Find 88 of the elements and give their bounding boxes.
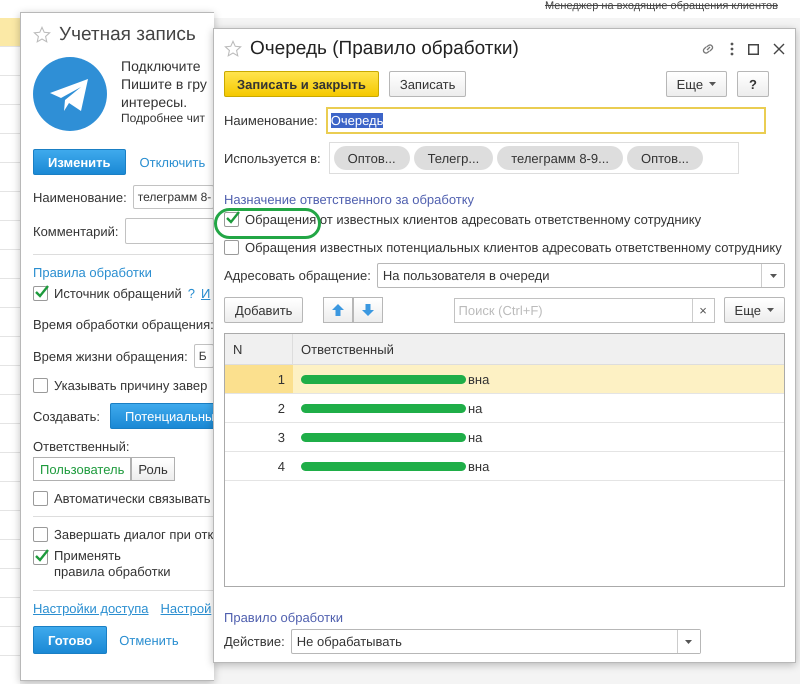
comment-field[interactable]	[124, 218, 214, 244]
checkbox[interactable]	[33, 527, 48, 542]
more-text: Подробнее чит	[121, 111, 206, 125]
table-cell-text: 2	[276, 400, 286, 418]
more-button[interactable]: Еще	[724, 297, 785, 323]
field-label: Используется в:	[224, 150, 321, 166]
checkbox[interactable]	[33, 491, 48, 506]
maximize-icon[interactable]	[748, 44, 759, 54]
usage-chip[interactable]: Телегр...	[414, 146, 494, 170]
dropdown-icon	[767, 308, 774, 312]
segment-button[interactable]: Пользователь	[33, 457, 132, 481]
table-cell-text: 3	[276, 428, 286, 446]
action-dropdown[interactable]: Не обрабатывать	[290, 629, 701, 654]
field-label: Наименование:	[33, 190, 127, 204]
table-row[interactable]: 4 вна	[225, 452, 784, 481]
checkbox-label: Применять правила обработки	[54, 548, 172, 580]
field-label: Наименование:	[224, 113, 318, 128]
more-button[interactable]: Еще	[666, 71, 728, 97]
selected-text: Очередь	[330, 113, 384, 128]
cancel-link[interactable]: Отменить	[119, 632, 179, 648]
checkbox-label: Завершать диалог при отк	[54, 527, 214, 542]
save-close-button[interactable]: Записать и закрыть	[224, 71, 379, 97]
search-field[interactable]: Поиск (Ctrl+F) ×	[454, 298, 715, 322]
section-heading: Правила обработки	[33, 265, 153, 280]
table-row[interactable]: 2 на	[225, 394, 784, 423]
settings-link[interactable]: Настройки доступа	[33, 601, 149, 616]
move-up-button[interactable]	[323, 297, 354, 323]
star-icon[interactable]	[33, 26, 51, 44]
table-cell: вна	[468, 458, 490, 474]
checkbox-label: Автоматически связывать	[54, 491, 211, 506]
more-icon[interactable]	[730, 42, 734, 56]
checkbox-label: Обращения от известных клиентов адресовать ответственному сотруднику	[245, 212, 702, 227]
field-label: Создавать:	[33, 408, 100, 424]
intro-text: Пишите в гру	[121, 75, 207, 93]
checkbox-label: Обращения известных потенциальных клиентов адресовать ответственному сотруднику	[245, 240, 782, 255]
up-arrow-icon	[332, 304, 344, 316]
name-field[interactable]: телеграмм 8-	[132, 185, 214, 209]
table-cell: вна	[468, 372, 490, 386]
source-link[interactable]: И	[200, 286, 210, 301]
help-button[interactable]: ?	[737, 71, 769, 97]
add-button[interactable]: Добавить	[224, 297, 304, 323]
disable-link[interactable]: Отключить	[140, 154, 206, 170]
field-label: Ответственный:	[33, 439, 130, 454]
address-dropdown[interactable]: На пользователя в очереди	[376, 263, 785, 288]
usage-chip[interactable]: телеграмм 8-9...	[497, 146, 623, 170]
lifetime-field[interactable]: Б	[194, 344, 214, 368]
window-title: Учетная запись	[59, 24, 196, 46]
column-header: N	[225, 334, 293, 364]
background-header: Менеджер на входящие обращения клиентов	[544, 0, 778, 12]
dropdown-icon	[709, 82, 716, 86]
checkbox[interactable]	[33, 550, 48, 565]
settings-link[interactable]: Настрой	[160, 601, 212, 616]
table-cell-text: 4	[276, 458, 286, 476]
field-label: Время жизни обращения:	[33, 348, 188, 364]
paper-plane-logo-icon	[33, 57, 107, 131]
usage-chip[interactable]: Оптов...	[334, 146, 410, 170]
move-down-button[interactable]	[353, 297, 384, 323]
field-label: Адресовать обращение:	[224, 268, 371, 283]
field-label: Комментарий:	[33, 224, 118, 238]
checkbox-label: Источник обращений	[54, 286, 182, 301]
checkbox[interactable]	[224, 212, 239, 227]
checkbox[interactable]	[33, 286, 48, 301]
help-link[interactable]: ?	[188, 286, 195, 301]
table-cell: на	[468, 430, 482, 444]
field-label: Время обработки обращения:	[33, 317, 214, 332]
column-header: Ответственный	[300, 342, 395, 356]
table-row[interactable]: 3 на	[225, 423, 784, 452]
table-cell: 1	[225, 365, 293, 393]
down-arrow-icon	[362, 304, 374, 316]
segment-button[interactable]: Роль	[131, 457, 175, 481]
dropdown-icon	[685, 640, 692, 644]
window-title: Очередь (Правило обработки)	[250, 38, 520, 60]
close-icon[interactable]	[773, 43, 785, 55]
save-button[interactable]: Записать	[388, 71, 466, 97]
intro-text: интересы.	[121, 93, 188, 111]
usage-chip[interactable]: Оптов...	[626, 146, 703, 170]
table-row[interactable]: 1 вна	[225, 365, 784, 394]
checkbox[interactable]	[224, 240, 239, 255]
checkbox-label: Указывать причину завер	[54, 378, 208, 393]
star-icon[interactable]	[224, 40, 242, 58]
checkbox[interactable]	[33, 378, 48, 393]
name-field[interactable]: Очередь	[326, 107, 766, 134]
table-cell: на	[468, 400, 482, 416]
dropdown-icon	[770, 274, 776, 278]
section-heading: Правило обработки	[224, 610, 344, 625]
intro-text: Подключите	[121, 57, 202, 75]
section-heading: Назначение ответственного за обработку	[224, 192, 476, 207]
field-label: Действие:	[224, 634, 285, 649]
